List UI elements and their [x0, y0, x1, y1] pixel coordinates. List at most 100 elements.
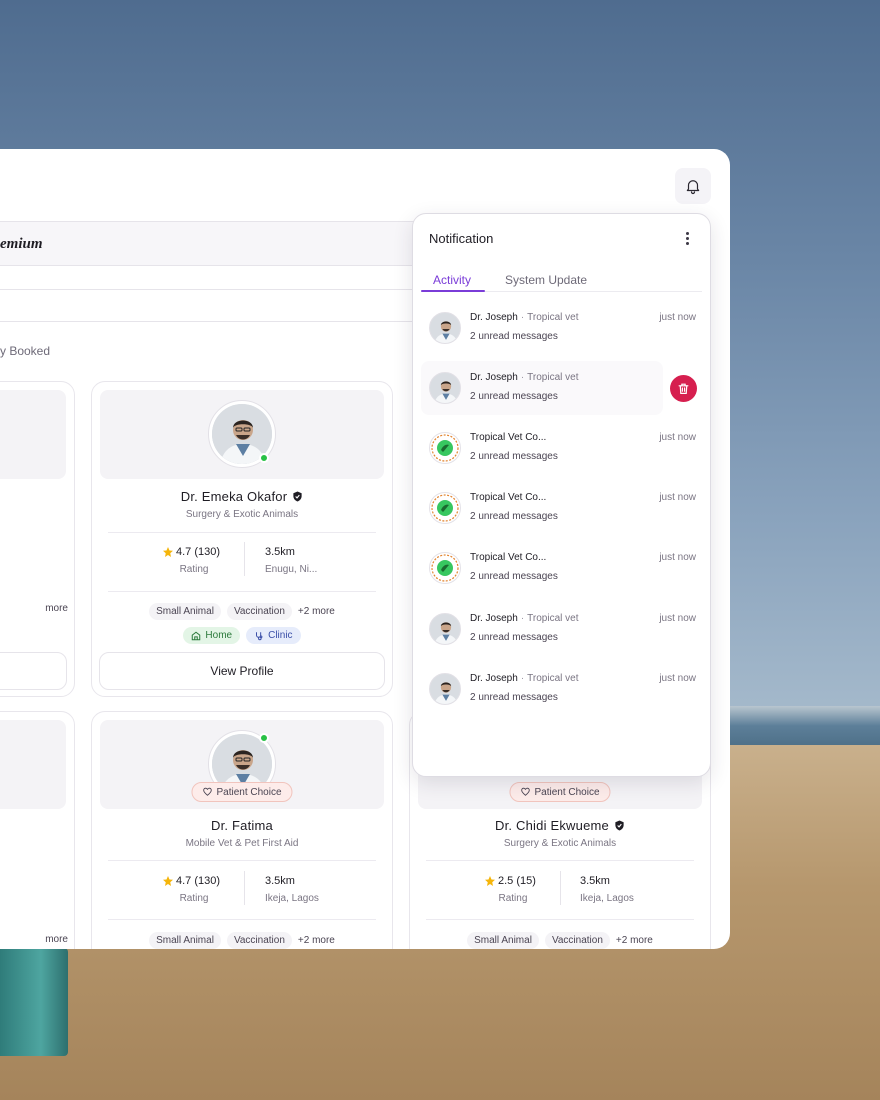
- doctor-card[interactable]: more: [0, 711, 75, 949]
- notification-message: 2 unread messages: [470, 692, 558, 703]
- card-photo: [0, 720, 66, 809]
- stat-separator: [560, 871, 561, 905]
- card-photo: [100, 390, 384, 479]
- service-tags: Small Animal Vaccination +2 more: [92, 932, 392, 949]
- card-photo: Patient Choice: [100, 720, 384, 809]
- star-icon: [485, 876, 495, 886]
- notification-sender-org: Tropical vet: [527, 312, 579, 323]
- rating-stat: 2.5 (15) Rating: [484, 875, 536, 904]
- search-bar[interactable]: [0, 289, 440, 322]
- online-status-dot: [259, 733, 269, 743]
- tab-system-update[interactable]: System Update: [505, 273, 587, 287]
- doctor-avatar: [208, 400, 276, 468]
- rating-stat: 4.7 (130) Rating: [162, 546, 220, 575]
- notification-message: 2 unread messages: [470, 511, 558, 522]
- notification-dropdown: Notification Activity System Update Dr. …: [412, 213, 711, 777]
- separator-dot: ·: [520, 613, 525, 624]
- divider: [108, 532, 376, 533]
- clinic-logo-icon: [429, 552, 461, 584]
- notification-sender: Dr. Joseph · Tropical vet: [470, 673, 579, 684]
- doctor-specialty: Surgery & Exotic Animals: [503, 838, 617, 849]
- notification-sender: Tropical Vet Co...: [470, 492, 547, 503]
- heart-badge-icon: [203, 787, 212, 796]
- separator-dot: ·: [520, 372, 525, 383]
- notification-message: 2 unread messages: [470, 632, 558, 643]
- tag-vaccination: Vaccination: [544, 932, 610, 949]
- tag-vaccination: Vaccination: [226, 603, 292, 620]
- doctor-name: Dr. Emeka Okafor: [92, 489, 392, 504]
- notification-item[interactable]: Dr. Joseph · Tropical vet 2 unread messages…: [421, 301, 704, 355]
- online-status-dot: [259, 453, 269, 463]
- sender-avatar: [429, 613, 461, 645]
- divider: [108, 591, 376, 592]
- notification-message: 2 unread messages: [470, 391, 558, 402]
- doctor-specialty: Mobile Vet & Pet First Aid: [185, 838, 299, 849]
- doctor-card[interactable]: more: [0, 381, 75, 697]
- doctor-specialty: Surgery & Exotic Animals: [185, 509, 299, 520]
- divider: [108, 919, 376, 920]
- divider: [426, 919, 694, 920]
- notification-message: 2 unread messages: [470, 331, 558, 342]
- notification-item[interactable]: Tropical Vet Co... 2 unread messages just …: [421, 541, 704, 595]
- notification-item[interactable]: Tropical Vet Co... 2 unread messages just …: [421, 421, 704, 475]
- card-photo: [0, 390, 66, 479]
- home-visit-pill: Home: [183, 627, 241, 644]
- notification-sender-org: Tropical vet: [527, 673, 579, 684]
- premium-banner[interactable]: emium: [0, 221, 440, 266]
- notification-tabs: Activity System Update: [421, 268, 702, 292]
- tag-small-animal: Small Animal: [467, 932, 539, 949]
- notification-sender-org: Tropical vet: [527, 372, 579, 383]
- separator-dot: ·: [520, 312, 525, 323]
- service-tags: Small Animal Vaccination +2 more: [92, 603, 392, 620]
- tag-small-animal: Small Animal: [149, 603, 221, 620]
- notification-sender: Tropical Vet Co...: [470, 432, 547, 443]
- more-vertical-icon[interactable]: [681, 229, 693, 247]
- tab-activity[interactable]: Activity: [433, 273, 471, 287]
- background-object: [0, 948, 68, 1056]
- heart-badge-icon: [521, 787, 530, 796]
- notification-time: just now: [659, 552, 696, 563]
- notification-message: 2 unread messages: [470, 451, 558, 462]
- stat-separator: [244, 871, 245, 905]
- notification-time: just now: [659, 613, 696, 624]
- notification-sender: Dr. Joseph · Tropical vet: [470, 312, 579, 323]
- distance-stat: 3.5km Ikeja, Lagos: [265, 875, 319, 904]
- service-tags: Small Animal Vaccination +2 more: [410, 932, 710, 949]
- tags-more-link[interactable]: +2 more: [298, 932, 335, 949]
- notification-item[interactable]: Tropical Vet Co... 2 unread messages just …: [421, 481, 704, 535]
- sender-avatar: [429, 673, 461, 705]
- tags-more-link[interactable]: +2 more: [616, 932, 653, 949]
- notification-time: just now: [659, 432, 696, 443]
- filter-booked-label[interactable]: y Booked: [0, 344, 50, 358]
- view-profile-button[interactable]: [0, 652, 67, 690]
- card-more-tags[interactable]: more: [45, 603, 68, 614]
- tags-more-link[interactable]: +2 more: [298, 603, 335, 620]
- notification-item[interactable]: Dr. Joseph · Tropical vet 2 unread messages…: [421, 602, 704, 656]
- delete-notification-button[interactable]: [670, 375, 697, 402]
- doctor-card-fatima[interactable]: Patient Choice Dr. Fatima Mobile Vet & P…: [91, 711, 393, 949]
- notification-bell-button[interactable]: [675, 168, 711, 204]
- view-profile-button[interactable]: View Profile: [99, 652, 385, 690]
- notification-title: Notification: [429, 231, 494, 246]
- card-more-tags[interactable]: more: [45, 934, 68, 945]
- notification-item[interactable]: Dr. Joseph · Tropical vet 2 unread messages: [421, 361, 663, 415]
- clinic-logo-icon: [429, 432, 461, 464]
- trash-icon: [678, 383, 689, 394]
- visit-type-row: Home Clinic: [92, 627, 392, 644]
- star-icon: [163, 547, 173, 557]
- verified-icon: [293, 491, 302, 502]
- tag-vaccination: Vaccination: [226, 932, 292, 949]
- patient-choice-badge: Patient Choice: [509, 782, 611, 802]
- distance-stat: 3.5km Ikeja, Lagos: [580, 875, 634, 904]
- separator-dot: ·: [520, 673, 525, 684]
- tag-small-animal: Small Animal: [149, 932, 221, 949]
- clinic-visit-pill: Clinic: [246, 627, 301, 644]
- verified-icon: [615, 820, 624, 831]
- doctor-card-emeka[interactable]: Dr. Emeka Okafor Surgery & Exotic Animal…: [91, 381, 393, 697]
- patient-choice-badge: Patient Choice: [191, 782, 293, 802]
- clinic-icon: [256, 631, 263, 640]
- notification-item[interactable]: Dr. Joseph · Tropical vet 2 unread messages…: [421, 662, 704, 716]
- notification-sender: Dr. Joseph · Tropical vet: [470, 613, 579, 624]
- bell-icon: [686, 180, 700, 195]
- doctor-name: Dr. Chidi Ekwueme: [410, 818, 710, 833]
